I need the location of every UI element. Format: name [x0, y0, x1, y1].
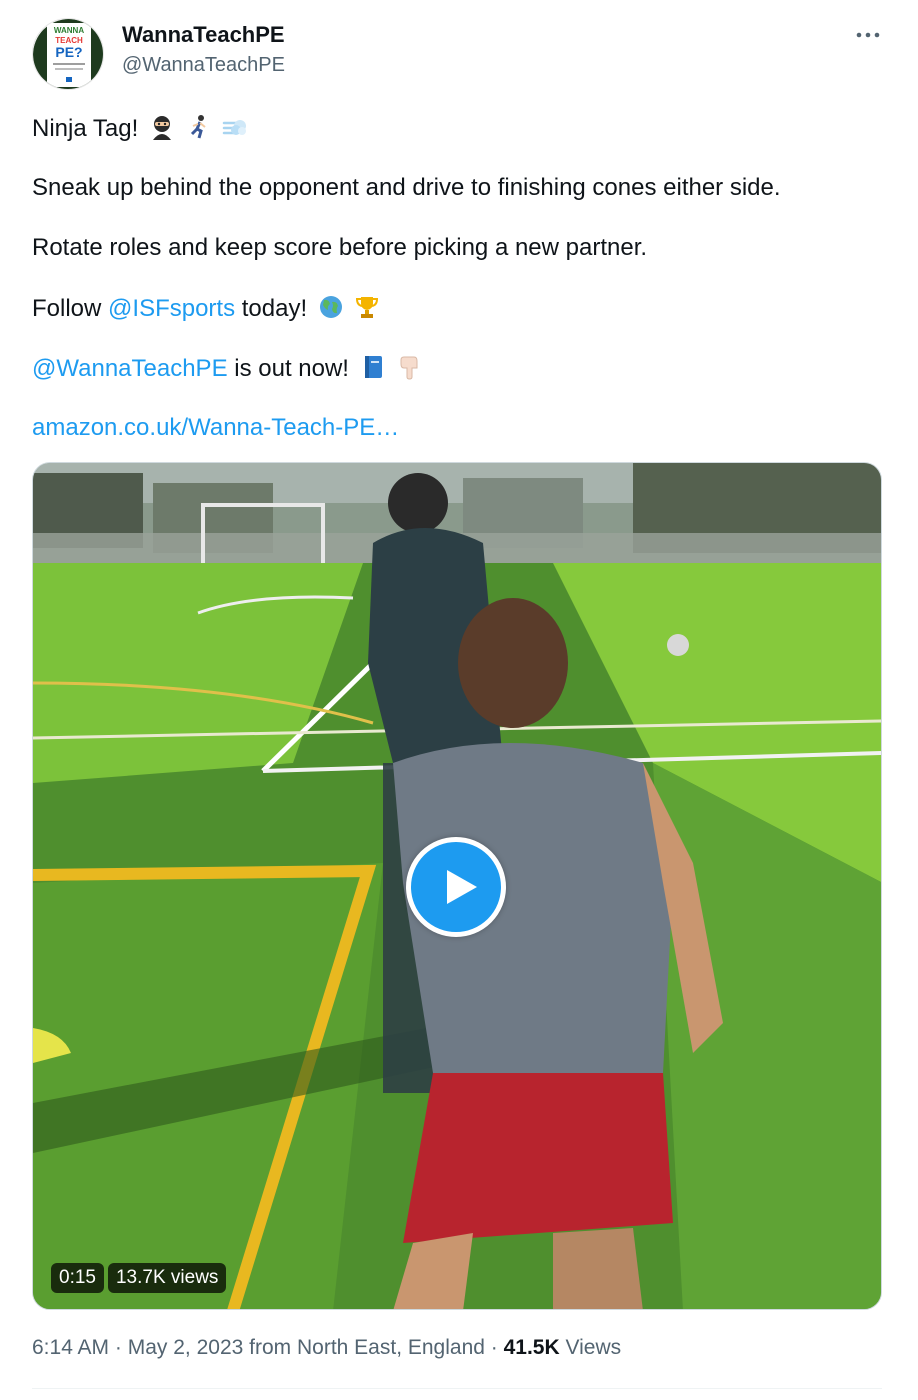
more-options-button[interactable] [848, 20, 888, 50]
mention-isfsports-link[interactable]: @ISFsports [108, 295, 235, 322]
tweet-meta: 6:14 AM · May 2, 2023 from North East, E… [32, 1336, 621, 1360]
runner-emoji-icon [186, 114, 212, 140]
mention-wannateachpe-link[interactable]: @WannaTeachPE [32, 355, 228, 382]
video-duration: 0:15 [51, 1263, 104, 1293]
video-badges: 0:15 13.7K views [51, 1263, 227, 1293]
amazon-link[interactable]: amazon.co.uk/Wanna-Teach-PE… [32, 414, 399, 442]
follow-prefix-text: Follow [32, 295, 109, 322]
pointing-down-emoji-icon [396, 354, 422, 380]
divider [32, 1388, 882, 1389]
meta-separator: · [109, 1336, 128, 1359]
tweet-views-count[interactable]: 41.5K [504, 1336, 560, 1359]
tweet-line-title: Ninja Tag! [32, 114, 248, 143]
tweet-date[interactable]: May 2, 2023 [128, 1336, 244, 1359]
dash-emoji-icon [222, 114, 248, 140]
more-dots-icon [856, 32, 880, 38]
play-button[interactable] [406, 837, 506, 937]
tweet-views-label: Views [559, 1336, 622, 1359]
tweet-line-book: @WannaTeachPE is out now! [32, 354, 422, 383]
video-views: 13.7K views [107, 1263, 227, 1293]
book-suffix-text: is out now! [227, 355, 349, 382]
author-avatar[interactable]: WANNA TEACH PE? [32, 18, 104, 90]
author-name[interactable]: WannaTeachPE [122, 22, 285, 48]
tweet-card: WANNA TEACH PE? WannaTeachPE @WannaTeach… [0, 0, 918, 1400]
tweet-location: from North East, England [243, 1336, 485, 1359]
tweet-time[interactable]: 6:14 AM [32, 1336, 109, 1359]
tweet-line-follow: Follow @ISFsports today! [32, 294, 380, 323]
svg-text:PE?: PE? [55, 44, 82, 60]
svg-text:WANNA: WANNA [54, 26, 84, 35]
video-player[interactable]: 0:15 13.7K views [32, 462, 882, 1310]
trophy-emoji-icon [354, 294, 380, 320]
book-emoji-icon [360, 354, 386, 380]
tweet-title-text: Ninja Tag! [32, 115, 139, 142]
meta-separator: · [484, 1336, 504, 1359]
tweet-line-instructions: Rotate roles and keep score before picki… [32, 234, 648, 261]
follow-suffix-text: today! [235, 295, 308, 322]
ninja-emoji-icon [149, 114, 175, 140]
author-handle[interactable]: @WannaTeachPE [122, 54, 285, 77]
play-icon [447, 870, 477, 904]
globe-emoji-icon [318, 294, 344, 320]
tweet-line-description: Sneak up behind the opponent and drive t… [32, 174, 781, 201]
avatar-book-cover: WANNA TEACH PE? [33, 19, 103, 89]
